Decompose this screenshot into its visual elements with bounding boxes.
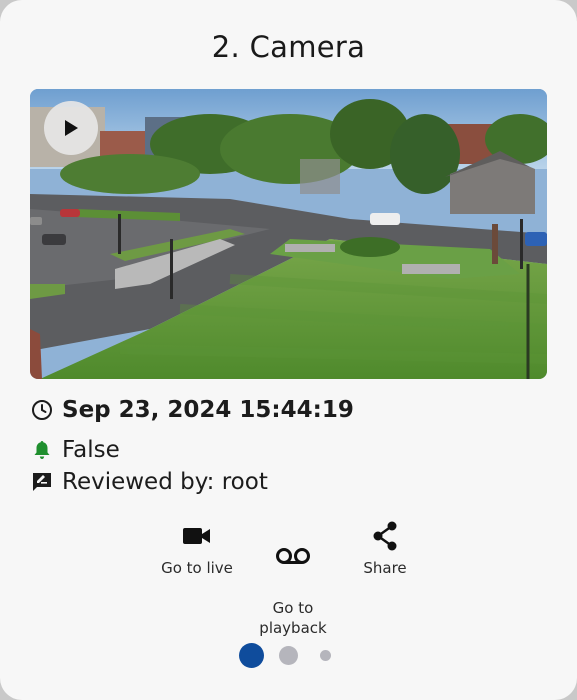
go-to-playback-label: Go to playback — [259, 599, 327, 637]
page-dot[interactable] — [320, 650, 331, 661]
camera-scene-image — [30, 89, 547, 379]
camera-title: 2. Camera — [211, 30, 366, 64]
camera-snapshot[interactable] — [30, 89, 547, 379]
clock-icon — [30, 398, 54, 422]
page-dot-active[interactable] — [239, 643, 264, 668]
alarm-row: False — [30, 437, 120, 463]
timestamp-row: Sep 23, 2024 15:44:19 — [30, 397, 354, 423]
go-to-live-button[interactable]: Go to live — [142, 518, 252, 578]
reviewed-row: Reviewed by: root — [30, 469, 268, 495]
reviewed-by-text: Reviewed by: root — [62, 469, 268, 495]
camera-card: 2. Camera Sep 23, 2024 15:44:19 False Re… — [0, 0, 577, 700]
video-camera-icon — [142, 518, 252, 554]
share-button[interactable]: Share — [330, 518, 440, 578]
page-indicator — [0, 643, 577, 669]
timestamp-text: Sep 23, 2024 15:44:19 — [62, 397, 354, 423]
play-button[interactable] — [44, 101, 98, 155]
bell-icon — [30, 438, 54, 462]
share-label: Share — [363, 559, 407, 577]
share-icon — [330, 518, 440, 554]
go-to-live-label: Go to live — [161, 559, 233, 577]
page-dot[interactable] — [279, 646, 298, 665]
alarm-status-text: False — [62, 437, 120, 463]
reviewed-comment-icon — [30, 470, 54, 494]
play-icon — [65, 120, 78, 136]
action-bar: Go to live Go to playback Share — [0, 518, 577, 637]
